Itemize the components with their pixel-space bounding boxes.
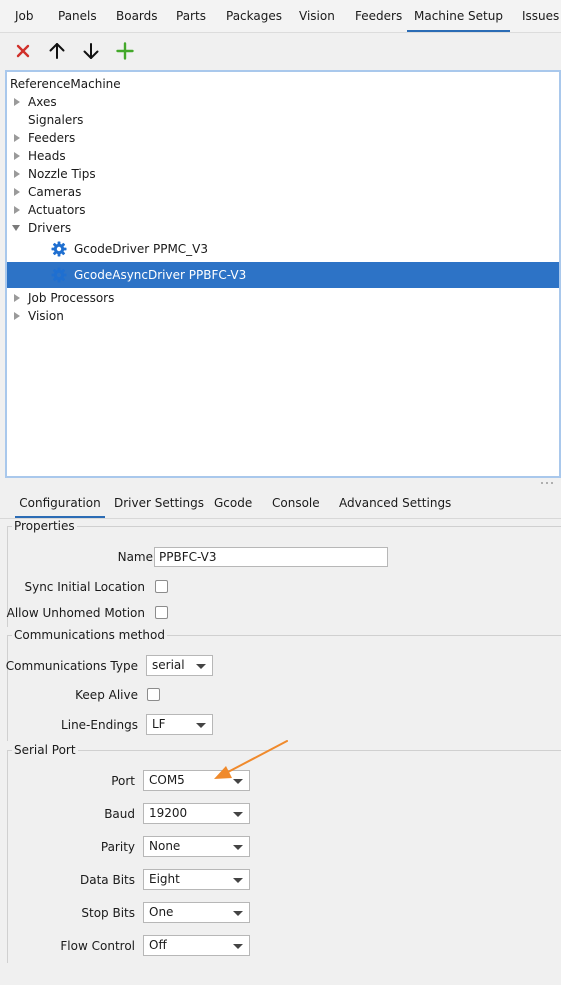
side-grip-icon <box>0 971 4 985</box>
annotation-arrow-icon <box>214 740 288 779</box>
